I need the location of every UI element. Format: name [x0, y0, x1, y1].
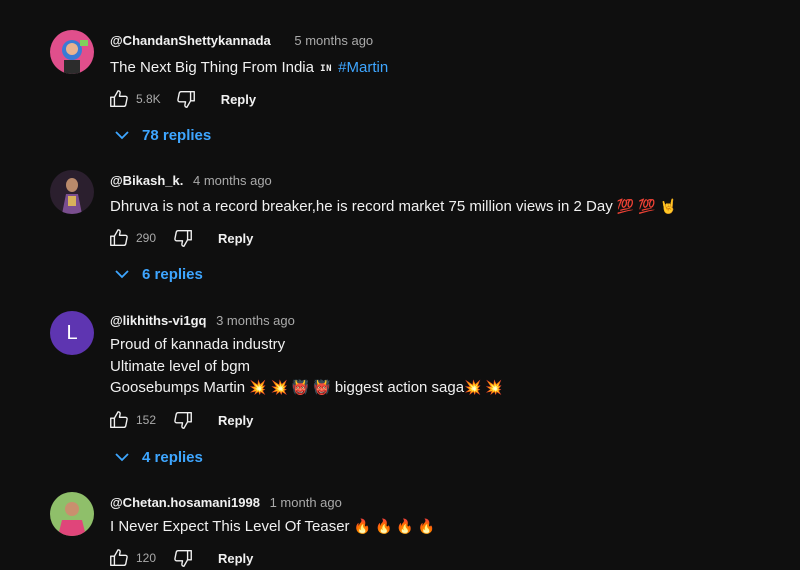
- comment-line: Ultimate level of bgm: [110, 357, 251, 375]
- thumbs-down-icon: [174, 549, 192, 567]
- comment-actions: 290 Reply: [106, 226, 253, 250]
- avatar-letter: L: [66, 321, 78, 344]
- like-button[interactable]: [106, 87, 132, 111]
- view-replies-button[interactable]: 78 replies: [114, 123, 211, 147]
- chevron-down-icon: [114, 127, 130, 143]
- comment-emoji: 💯 💯 🤘: [616, 198, 677, 214]
- view-replies-button[interactable]: 4 replies: [114, 445, 203, 469]
- comment-header: @ChandanShettykannada 5 months ago: [110, 33, 373, 48]
- replies-count-label: 78 replies: [142, 126, 212, 144]
- thumbs-up-icon: [110, 90, 128, 108]
- comment-author[interactable]: @Chetan.hosamani1998: [110, 495, 260, 510]
- comment-author[interactable]: @likhiths-vi1gq: [110, 313, 206, 328]
- comment-text: Proud of kannada industry Ultimate level…: [110, 334, 503, 399]
- thumbs-down-icon: [176, 90, 195, 108]
- dislike-button[interactable]: [170, 546, 196, 570]
- dislike-button[interactable]: [173, 87, 199, 111]
- comment-line: Goosebumps Martin 💥 💥 👹 👹 biggest action…: [110, 377, 503, 399]
- replies-count-label: 4 replies: [142, 448, 203, 466]
- india-flag-emoji: IN: [320, 64, 332, 74]
- comment-emoji: 🔥 🔥 🔥 🔥: [353, 518, 436, 534]
- chevron-down-icon: [114, 449, 130, 465]
- comment-author[interactable]: @ChandanShettykannada: [110, 33, 271, 48]
- comment-text: The Next Big Thing From India IN #Martin: [110, 57, 388, 81]
- comment-header: @likhiths-vi1gq 3 months ago: [110, 313, 295, 328]
- comment-line-text: Goosebumps Martin: [110, 379, 246, 396]
- like-count: 120: [136, 551, 157, 565]
- avatar[interactable]: [50, 170, 94, 214]
- view-replies-button[interactable]: 6 replies: [114, 262, 203, 286]
- comment-timestamp[interactable]: 5 months ago: [294, 33, 373, 48]
- comment-line-text: biggest action saga: [334, 379, 465, 396]
- comment-actions: 120 Reply: [106, 546, 253, 570]
- replies-count-label: 6 replies: [142, 265, 203, 283]
- like-button[interactable]: [106, 546, 132, 570]
- avatar[interactable]: [50, 492, 94, 536]
- comment-header: @Bikash_k. 4 months ago: [110, 173, 272, 188]
- avatar[interactable]: [50, 30, 94, 74]
- dislike-button[interactable]: [170, 408, 196, 432]
- comment-timestamp[interactable]: 4 months ago: [193, 173, 272, 188]
- dislike-button[interactable]: [170, 226, 196, 250]
- like-count: 290: [136, 231, 157, 245]
- comment-text-body: The Next Big Thing From India: [110, 59, 314, 76]
- comment-emoji: 💥 💥: [464, 379, 503, 395]
- reply-button[interactable]: Reply: [218, 231, 253, 246]
- comment-timestamp[interactable]: 3 months ago: [216, 313, 295, 328]
- hashtag-link[interactable]: #Martin: [338, 59, 388, 76]
- like-count: 5.8K: [136, 92, 161, 106]
- thumbs-down-icon: [174, 411, 192, 429]
- thumbs-up-icon: [110, 549, 128, 567]
- reply-button[interactable]: Reply: [218, 551, 253, 566]
- reply-button[interactable]: Reply: [218, 413, 253, 428]
- avatar[interactable]: L: [50, 311, 94, 355]
- comment-author[interactable]: @Bikash_k.: [110, 173, 183, 188]
- thumbs-up-icon: [110, 229, 128, 247]
- like-count: 152: [136, 413, 157, 427]
- comment-text: I Never Expect This Level Of Teaser 🔥 🔥 …: [110, 516, 435, 538]
- comment-text-body: Dhruva is not a record breaker,he is rec…: [110, 198, 613, 215]
- comment-timestamp[interactable]: 1 month ago: [270, 495, 342, 510]
- like-button[interactable]: [106, 226, 132, 250]
- thumbs-up-icon: [110, 411, 128, 429]
- reply-button[interactable]: Reply: [221, 92, 256, 107]
- comment-text: Dhruva is not a record breaker,he is rec…: [110, 196, 677, 218]
- comment-actions: 5.8K Reply: [106, 87, 256, 111]
- comment-line: Proud of kannada industry: [110, 336, 286, 353]
- comment-text-body: I Never Expect This Level Of Teaser: [110, 518, 350, 535]
- thumbs-down-icon: [174, 229, 192, 247]
- like-button[interactable]: [106, 408, 132, 432]
- comment-emoji: 💥 💥 👹 👹: [249, 379, 331, 395]
- comment-actions: 152 Reply: [106, 408, 253, 432]
- chevron-down-icon: [114, 266, 130, 282]
- comment-header: @Chetan.hosamani1998 1 month ago: [110, 495, 342, 510]
